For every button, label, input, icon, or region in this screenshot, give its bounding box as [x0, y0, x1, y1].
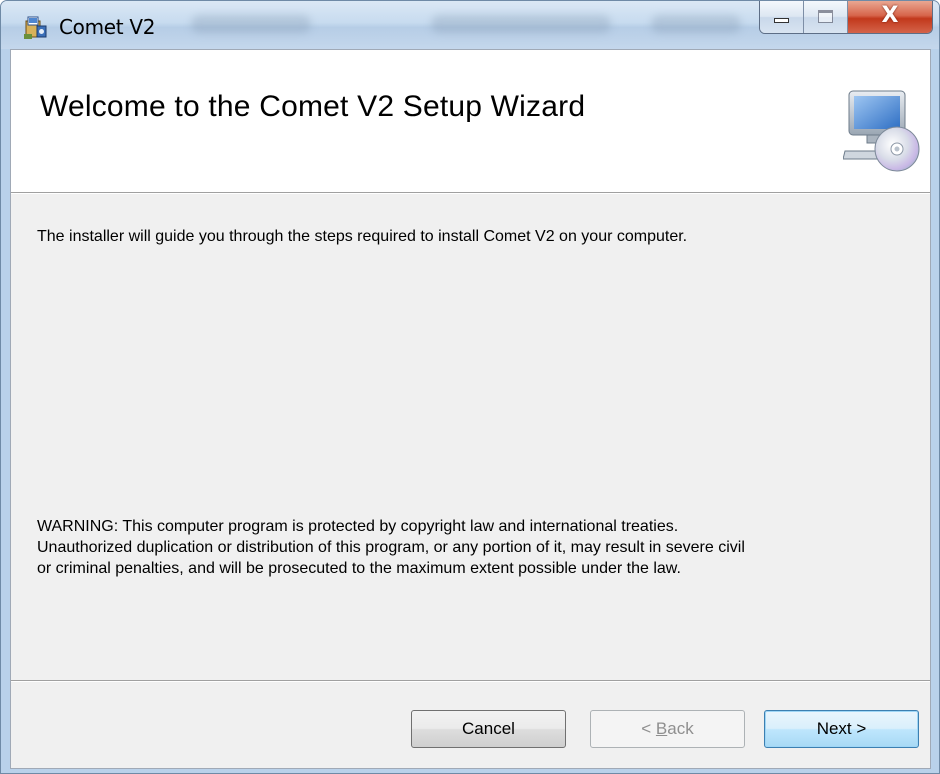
warning-line: or criminal penalties, and will be prose…: [37, 560, 681, 577]
close-button[interactable]: X: [848, 1, 932, 33]
blurred-title-region: [651, 15, 741, 33]
blurred-title-region: [191, 15, 311, 33]
caption-buttons: X: [759, 1, 933, 34]
title-bar[interactable]: Comet V2 X: [1, 1, 939, 49]
window-title: Comet V2: [59, 15, 156, 39]
blurred-title-region: [431, 15, 611, 33]
copyright-warning: WARNING: This computer program is protec…: [37, 516, 917, 579]
maximize-icon: [818, 10, 833, 23]
installer-app-icon: [24, 16, 47, 39]
minimize-button[interactable]: [760, 1, 804, 33]
computer-cd-icon: [843, 90, 920, 172]
minimize-icon: [774, 18, 789, 23]
warning-line: Unauthorized duplication or distribution…: [37, 539, 745, 556]
maximize-button[interactable]: [804, 1, 848, 33]
intro-text: The installer will guide you through the…: [37, 228, 688, 245]
back-button-accelerator: B: [655, 719, 668, 738]
cancel-button[interactable]: Cancel: [411, 710, 566, 748]
wizard-banner: Welcome to the Comet V2 Setup Wizard: [11, 50, 930, 194]
wizard-client-area: Welcome to the Comet V2 Setup Wizard The…: [10, 49, 931, 769]
wizard-heading: Welcome to the Comet V2 Setup Wizard: [40, 90, 586, 123]
close-icon: X: [881, 3, 899, 28]
back-button[interactable]: < Back: [590, 710, 745, 748]
next-button[interactable]: Next >: [764, 710, 919, 748]
setup-window: Comet V2 X Welcome to the Comet V2 Setup…: [0, 0, 940, 774]
back-button-prefix: <: [641, 719, 656, 738]
footer-divider: [11, 680, 930, 682]
warning-line: WARNING: This computer program is protec…: [37, 518, 679, 535]
back-button-label: ack: [667, 719, 694, 738]
